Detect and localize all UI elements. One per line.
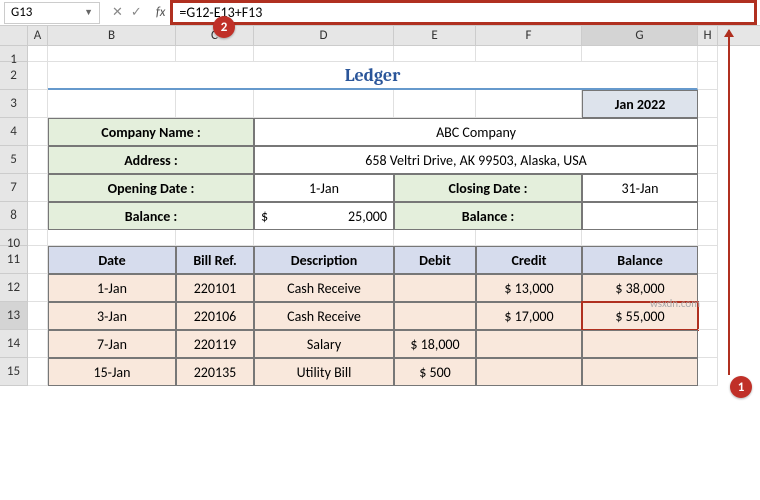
col-header-H[interactable]: H	[698, 26, 718, 45]
formula-bar: G13 ▼ ✕ ✓ fx =G12-E13+F13	[0, 0, 760, 26]
opening-date-value: 1-Jan	[254, 174, 394, 202]
dropdown-icon[interactable]: ▼	[84, 7, 93, 18]
watermark: wsxdn.com	[650, 297, 700, 310]
table-cell[interactable]: Utility Bill	[254, 358, 394, 386]
cells-area[interactable]: Ledger Jan 2022 Company Name : ABC Compa…	[28, 46, 760, 386]
row-header[interactable]: 8	[0, 202, 28, 230]
row-header[interactable]: 11	[0, 246, 28, 274]
th-ref: Bill Ref.	[176, 246, 254, 274]
col-header-B[interactable]: B	[48, 26, 176, 45]
table-cell[interactable]: $ 13,000	[476, 274, 582, 302]
cancel-icon[interactable]: ✕	[112, 5, 123, 20]
callout-badge-2: 2	[213, 16, 235, 38]
table-cell[interactable]: 220119	[176, 330, 254, 358]
th-debit: Debit	[394, 246, 476, 274]
table-cell[interactable]: 7-Jan	[48, 330, 176, 358]
table-cell[interactable]: $ 17,000	[476, 302, 582, 330]
month-header: Jan 2022	[582, 90, 698, 118]
fx-icon[interactable]: fx	[150, 5, 172, 20]
table-cell[interactable]: $ 500	[394, 358, 476, 386]
row-headers: 1 2 3 4 5 7 8 10 11 12 13 14 15	[0, 46, 28, 386]
row-header[interactable]: 13	[0, 302, 28, 330]
callout-badge-1: 1	[730, 376, 752, 398]
row-header[interactable]: 1	[0, 46, 28, 62]
table-cell[interactable]	[582, 330, 698, 358]
confirm-icon[interactable]: ✓	[131, 5, 142, 20]
row-header[interactable]: 3	[0, 90, 28, 118]
table-cell[interactable]: 220101	[176, 274, 254, 302]
opening-date-label: Opening Date :	[48, 174, 254, 202]
row-header[interactable]: 7	[0, 174, 28, 202]
closing-balance-value	[582, 202, 698, 230]
address-label: Address :	[48, 146, 254, 174]
col-header-A[interactable]: A	[28, 26, 48, 45]
table-cell[interactable]: Cash Receive	[254, 274, 394, 302]
opening-balance-value: $25,000	[254, 202, 394, 230]
company-label: Company Name :	[48, 118, 254, 146]
row-header[interactable]: 4	[0, 118, 28, 146]
formula-input[interactable]: =G12-E13+F13	[171, 1, 756, 24]
table-cell[interactable]: 220106	[176, 302, 254, 330]
balance-label-close: Balance :	[394, 202, 582, 230]
formula-buttons: ✕ ✓	[104, 5, 150, 20]
closing-date-value: 31-Jan	[582, 174, 698, 202]
table-cell[interactable]: Salary	[254, 330, 394, 358]
table-cell[interactable]: 220135	[176, 358, 254, 386]
row-header[interactable]: 10	[0, 230, 28, 246]
spreadsheet-grid: A B C D E F G H 1 2 3 4 5 7 8 10 11 12 1…	[0, 26, 760, 386]
table-cell[interactable]	[394, 274, 476, 302]
col-header-F[interactable]: F	[476, 26, 582, 45]
row-header[interactable]: 14	[0, 330, 28, 358]
col-header-E[interactable]: E	[394, 26, 476, 45]
ledger-title: Ledger	[48, 62, 698, 90]
row-header[interactable]: 12	[0, 274, 28, 302]
row-header[interactable]: 15	[0, 358, 28, 386]
callout-arrow	[728, 30, 730, 375]
select-all-corner[interactable]	[0, 26, 28, 45]
table-cell[interactable]: $ 18,000	[394, 330, 476, 358]
balance-label-open: Balance :	[48, 202, 254, 230]
table-cell[interactable]: 15-Jan	[48, 358, 176, 386]
th-date: Date	[48, 246, 176, 274]
table-cell[interactable]	[394, 302, 476, 330]
th-credit: Credit	[476, 246, 582, 274]
address-value: 658 Veltri Drive, AK 99503, Alaska, USA	[254, 146, 698, 174]
col-header-D[interactable]: D	[254, 26, 394, 45]
closing-date-label: Closing Date :	[394, 174, 582, 202]
col-header-G[interactable]: G	[582, 26, 698, 45]
table-cell[interactable]: Cash Receive	[254, 302, 394, 330]
name-box-value: G13	[11, 5, 32, 20]
th-balance: Balance	[582, 246, 698, 274]
row-header[interactable]: 2	[0, 62, 28, 90]
table-cell[interactable]	[476, 330, 582, 358]
column-headers: A B C D E F G H	[0, 26, 760, 46]
table-cell[interactable]: 1-Jan	[48, 274, 176, 302]
table-cell[interactable]	[582, 358, 698, 386]
table-cell[interactable]: 3-Jan	[48, 302, 176, 330]
th-desc: Description	[254, 246, 394, 274]
table-cell[interactable]	[476, 358, 582, 386]
company-value: ABC Company	[254, 118, 698, 146]
row-header[interactable]: 5	[0, 146, 28, 174]
name-box[interactable]: G13 ▼	[4, 2, 100, 24]
